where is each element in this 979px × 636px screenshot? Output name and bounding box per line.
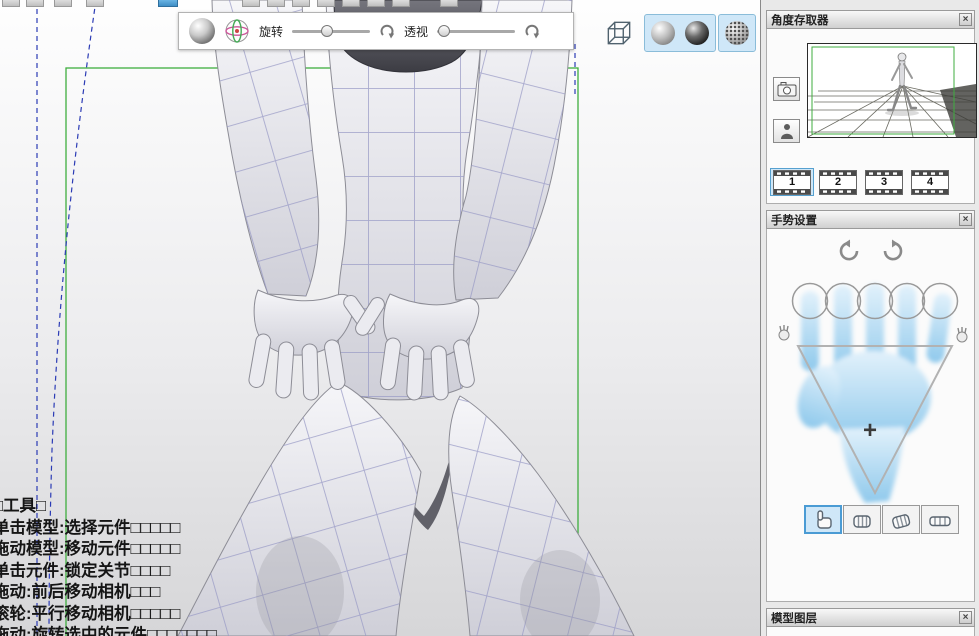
hint-line: 拖动:前后移动相机□□□ (0, 582, 217, 604)
point-hand-icon (811, 509, 835, 531)
figure-view-button[interactable] (773, 119, 800, 143)
layer-panel-body (766, 627, 975, 636)
cut-toolbar-icon[interactable] (267, 0, 285, 7)
flat-hand-icon (928, 509, 952, 531)
camera-icon (777, 81, 797, 98)
rotate-label: 旋转 (259, 23, 283, 40)
render-style-dark-button[interactable] (682, 18, 712, 48)
camera-angle-slot-1[interactable]: 1 (770, 168, 814, 196)
mini-hand-left-icon[interactable] (779, 325, 789, 340)
hand-pose-presets (804, 505, 959, 534)
gesture-panel-header: 手势设置 × (766, 210, 975, 229)
rotate-cw-icon[interactable] (880, 239, 906, 263)
fist-tilted-hand-icon (889, 509, 913, 531)
hint-line: 滚轮:平行移动相机□□□□□ (0, 604, 217, 626)
right-sidebar: 角度存取器 × (760, 0, 979, 636)
cut-toolbar-icon[interactable] (392, 0, 410, 7)
hand-gesture-canvas[interactable] (773, 269, 973, 509)
angle-panel-body: 1 2 (766, 29, 975, 204)
mouse-hints: □工具□ 单击模型:选择元件□□□□□ 拖动模型:移动元件□□□□□ 单击元件:… (0, 496, 217, 636)
cube-icon (603, 17, 635, 49)
render-style-halftone-button[interactable] (718, 14, 756, 52)
rotate-slider-handle[interactable] (321, 25, 333, 37)
shaded-sphere-icon[interactable] (189, 18, 215, 44)
rotate-reset-icon[interactable] (379, 23, 395, 39)
cut-toolbar-icon[interactable] (242, 0, 260, 7)
cut-toolbar-icon[interactable] (2, 0, 20, 7)
angle-preview-scene (808, 44, 976, 137)
slot-number: 3 (863, 176, 905, 188)
layer-panel-header: 模型图层 × (766, 608, 975, 627)
cut-toolbar-icon[interactable] (292, 0, 310, 7)
layer-panel-title: 模型图层 (771, 610, 817, 626)
close-button[interactable]: × (959, 213, 972, 226)
hint-line: 拖动:旋转选中的元件□□□□□□□ (0, 625, 217, 636)
pose-preset-fist-button[interactable] (843, 505, 881, 534)
perspective-label: 透视 (404, 23, 428, 40)
camera-angle-slot-4[interactable]: 4 (908, 168, 952, 196)
plus-icon: + (863, 417, 877, 445)
perspective-slider[interactable] (437, 23, 515, 39)
camera-angle-slot-3[interactable]: 3 (862, 168, 906, 196)
cut-toolbar-icon[interactable] (317, 0, 335, 7)
close-icon: × (963, 214, 969, 225)
mini-hand-right-icon[interactable] (957, 327, 967, 342)
slot-number: 2 (817, 176, 859, 188)
cut-toolbar-icon[interactable] (440, 0, 458, 7)
render-style-group (644, 14, 716, 52)
camera-angle-slot-2[interactable]: 2 (816, 168, 860, 196)
person-icon (780, 123, 794, 140)
perspective-slider-handle[interactable] (438, 25, 450, 37)
rotate-slider[interactable] (292, 23, 370, 39)
camera-capture-button[interactable] (773, 77, 800, 101)
matte-sphere-icon (651, 21, 675, 45)
rotate-ccw-icon[interactable] (836, 239, 862, 263)
hand-rotate-controls (767, 239, 974, 263)
close-button[interactable]: × (959, 13, 972, 26)
hint-line: 拖动模型:移动元件□□□□□ (0, 539, 217, 561)
cut-toolbar-icon[interactable] (342, 0, 360, 7)
angle-accessor-panel: 角度存取器 × (766, 10, 975, 204)
hint-line: 单击元件:锁定关节□□□□ (0, 561, 217, 583)
cut-toolbar-icon[interactable] (26, 0, 44, 7)
close-button[interactable]: × (959, 611, 972, 624)
angle-preview-thumbnail[interactable] (807, 43, 977, 138)
fist-hand-icon (850, 509, 874, 531)
cut-toolbar-icon[interactable] (367, 0, 385, 7)
camera-angle-slots: 1 2 (770, 168, 952, 196)
cut-toolbar-icon-active[interactable] (158, 0, 178, 7)
angle-panel-title: 角度存取器 (771, 12, 829, 28)
perspective-reset-icon[interactable] (524, 23, 540, 39)
gesture-panel-title: 手势设置 (771, 212, 817, 228)
slot-number: 4 (909, 176, 951, 188)
camera-toolbar: 旋转 透视 (178, 12, 574, 50)
hint-line: 单击模型:选择元件□□□□□ (0, 518, 217, 540)
app-window: 旋转 透视 (0, 0, 979, 636)
gesture-settings-panel: 手势设置 × (766, 210, 975, 602)
pose-preset-flat-button[interactable] (921, 505, 959, 534)
model-layer-panel: 模型图层 × (766, 608, 975, 636)
wireframe-cube-button[interactable] (602, 16, 636, 50)
angle-panel-header: 角度存取器 × (766, 10, 975, 29)
close-icon: × (963, 612, 969, 623)
hint-line: □工具□ (0, 496, 217, 518)
cut-toolbar-icon[interactable] (86, 0, 104, 7)
close-icon: × (963, 14, 969, 25)
pose-preset-fist2-button[interactable] (882, 505, 920, 534)
render-style-matte-button[interactable] (648, 18, 678, 48)
gyro-globe-icon[interactable] (224, 18, 250, 44)
cut-toolbar-icon[interactable] (54, 0, 72, 7)
hand-gesture-widget[interactable] (773, 269, 973, 509)
gesture-panel-body: + (766, 229, 975, 602)
slot-number: 1 (771, 176, 813, 188)
pose-preset-point-button[interactable] (804, 505, 842, 534)
3d-viewport[interactable]: 旋转 透视 (0, 0, 760, 636)
dark-sphere-icon (685, 21, 709, 45)
halftone-sphere-icon (725, 21, 749, 45)
